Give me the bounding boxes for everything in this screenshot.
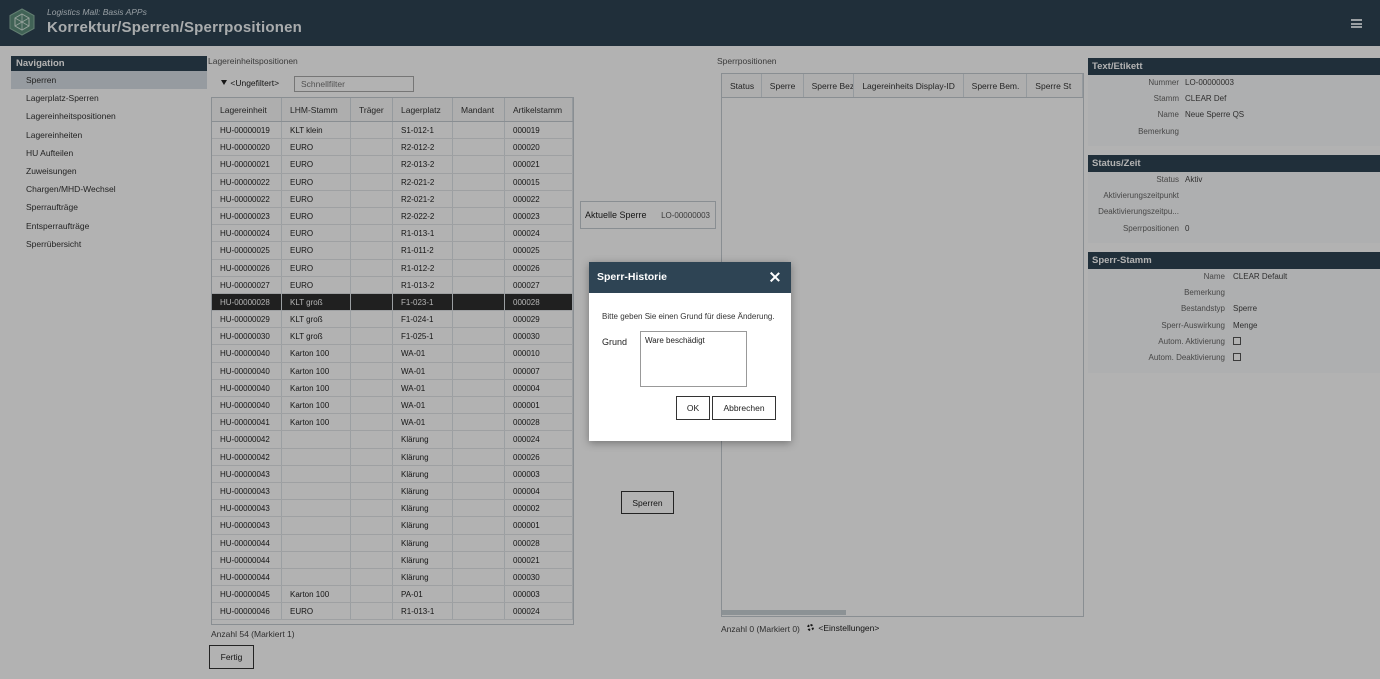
reason-label: Grund xyxy=(602,337,628,347)
dialog-message: Bitte geben Sie einen Grund für diese Än… xyxy=(602,312,775,321)
sperr-historie-dialog: Sperr-Historie Bitte geben Sie einen Gru… xyxy=(589,262,791,441)
close-icon[interactable] xyxy=(770,272,780,282)
reason-textarea[interactable]: Ware beschädigt xyxy=(640,331,747,387)
ok-button[interactable]: OK xyxy=(676,396,710,420)
dialog-header: Sperr-Historie xyxy=(589,262,791,293)
dialog-title: Sperr-Historie xyxy=(597,271,668,283)
cancel-button[interactable]: Abbrechen xyxy=(712,396,776,420)
